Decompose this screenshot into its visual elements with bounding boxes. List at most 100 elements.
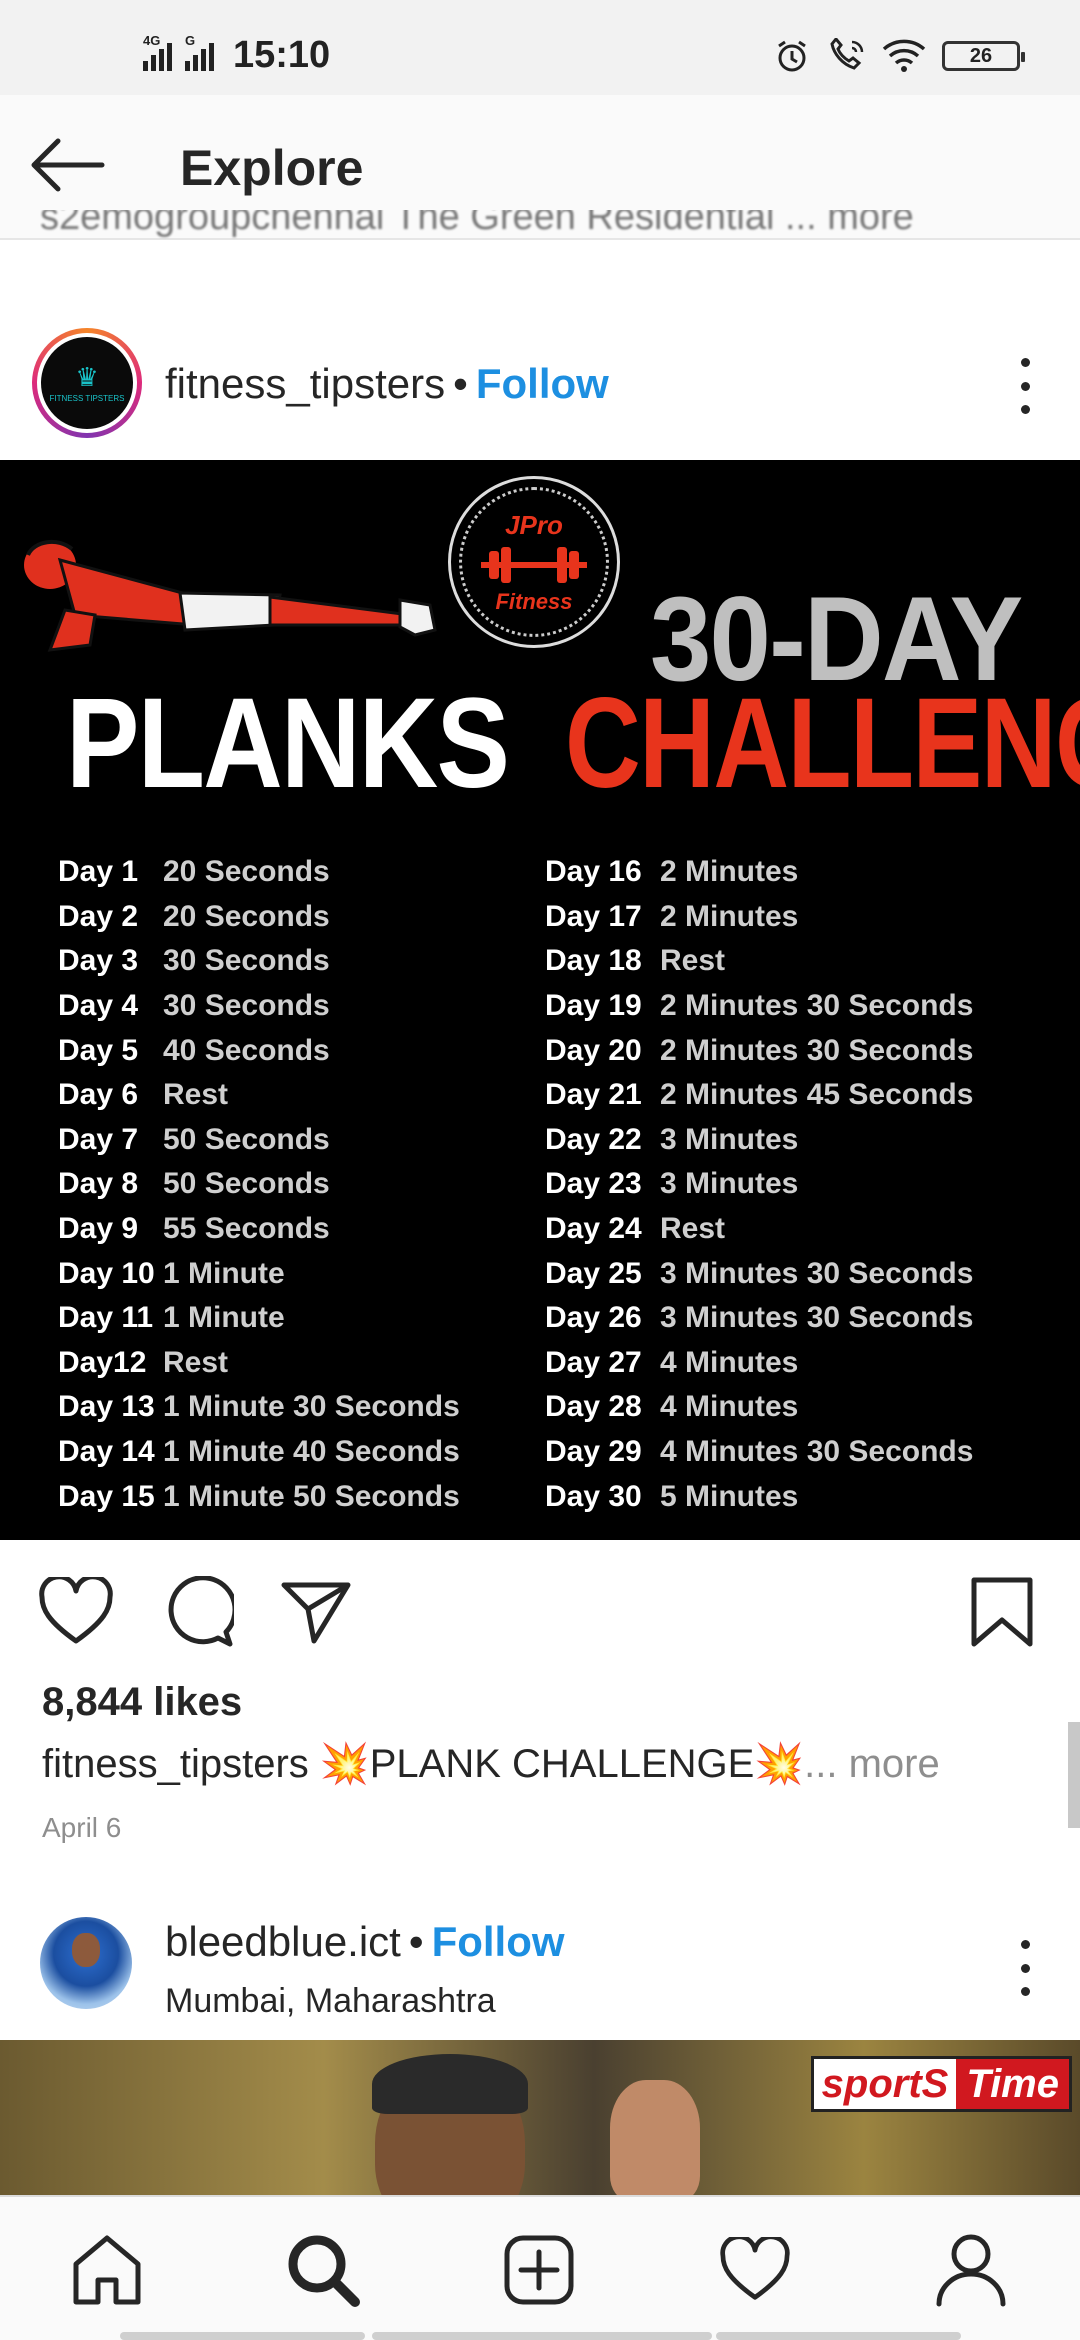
schedule-day: Day 15 [58, 1479, 155, 1513]
schedule-duration: 30 Seconds [163, 989, 330, 1023]
schedule-duration: 5 Minutes [660, 1479, 799, 1513]
schedule-duration: 3 Minutes [660, 1122, 799, 1156]
more-options-button-2[interactable] [1010, 1940, 1040, 1996]
signal-tag-2: G [185, 32, 196, 48]
page-title: Explore [180, 140, 364, 196]
separator-dot: • [453, 360, 468, 407]
schedule-row: Day 27 4 Minutes [545, 1341, 973, 1386]
schedule-duration: 4 Minutes [660, 1345, 799, 1379]
home-icon [73, 2235, 141, 2305]
post-username[interactable]: fitness_tipsters [165, 360, 445, 408]
post-caption: fitness_tipsters 💥PLANK CHALLENGE💥... mo… [42, 1740, 940, 1787]
schedule-row: Day 15 1 Minute 50 Seconds [58, 1474, 460, 1519]
nav-activity[interactable] [710, 2225, 800, 2315]
scrollbar-thumb[interactable] [1068, 1722, 1080, 1828]
follow-button-2[interactable]: Follow [432, 1918, 565, 1966]
more-options-button[interactable] [1010, 358, 1040, 414]
schedule-row: Day 18 Rest [545, 939, 973, 984]
schedule-day: Day 10 [58, 1256, 155, 1290]
like-count[interactable]: 8,844 likes [42, 1680, 242, 1725]
schedule-day: Day 3 [58, 944, 139, 978]
schedule-duration: 50 Seconds [163, 1167, 330, 1201]
schedule-duration: 4 Minutes 30 Seconds [660, 1435, 974, 1469]
schedule-day: Day 1 [58, 855, 139, 889]
username-line-2: bleedblue.ict • Follow [165, 1918, 565, 1966]
schedule-row: Day 10 1 Minute [58, 1251, 460, 1296]
avatar-text: FITNESS TIPSTERS [49, 393, 125, 403]
search-icon [288, 2235, 360, 2307]
gesture-bar-right [716, 2332, 961, 2340]
caption-more-link[interactable]: ... more [804, 1742, 940, 1786]
battery-level: 26 [969, 44, 993, 67]
schedule-row: Day 20 2 Minutes 30 Seconds [545, 1028, 973, 1073]
add-post-icon [504, 2235, 574, 2305]
username-line: fitness_tipsters • Follow [165, 360, 609, 408]
schedule-row: Day 11 1 Minute [58, 1296, 460, 1341]
status-left: 4G G 15:10 [143, 33, 330, 77]
schedule-duration: 50 Seconds [163, 1122, 330, 1156]
follow-button[interactable]: Follow [476, 360, 609, 408]
gesture-bar-center [372, 2332, 712, 2340]
logo-bottom-text: Fitness [495, 588, 573, 614]
heart-icon [39, 1577, 113, 1644]
nav-create[interactable] [494, 2225, 584, 2315]
post-location[interactable]: Mumbai, Maharashtra [165, 1982, 496, 2021]
schedule-day: Day 6 [58, 1078, 139, 1112]
gesture-bar-left [120, 2332, 365, 2340]
schedule-row: Day 3 30 Seconds [58, 939, 460, 984]
schedule-duration: 1 Minute 30 Seconds [163, 1390, 460, 1424]
avatar[interactable]: ♛ FITNESS TIPSTERS [32, 328, 142, 438]
schedule-day: Day 30 [545, 1479, 642, 1513]
schedule-day: Day 16 [545, 855, 642, 889]
save-button[interactable] [962, 1572, 1042, 1652]
comment-icon [168, 1576, 234, 1647]
player-hand [610, 2080, 700, 2195]
nav-search[interactable] [278, 2225, 368, 2315]
schedule-duration: Rest [660, 944, 726, 978]
nav-profile[interactable] [926, 2225, 1016, 2315]
post-header: ♛ FITNESS TIPSTERS fitness_tipsters • Fo… [0, 310, 1080, 460]
post-image-2[interactable]: sportS Time [0, 2040, 1080, 2195]
share-button[interactable] [276, 1572, 356, 1652]
schedule-row: Day 5 40 Seconds [58, 1028, 460, 1073]
status-bar: 4G G 15:10 26 [0, 0, 1080, 95]
profile-icon [936, 2234, 1006, 2307]
schedule-row: Day 17 2 Minutes [545, 895, 973, 940]
schedule-duration: 3 Minutes 30 Seconds [660, 1301, 974, 1335]
sports-time-logo-part1: sportS [813, 2059, 957, 2109]
avatar-logo-icon: ♛ [75, 361, 99, 392]
schedule-duration: 3 Minutes 30 Seconds [660, 1256, 974, 1290]
back-arrow-icon [31, 138, 105, 192]
schedule-day: Day 8 [58, 1167, 139, 1201]
brand-logo: JPro Fitness [448, 476, 620, 648]
schedule-row: Day 21 2 Minutes 45 Seconds [545, 1073, 973, 1118]
nav-home[interactable] [62, 2225, 152, 2315]
schedule-day: Day 18 [545, 944, 642, 978]
post-username-2[interactable]: bleedblue.ict [165, 1918, 401, 1966]
back-button[interactable] [30, 135, 110, 195]
schedule-day: Day 11 [58, 1301, 154, 1335]
schedule-duration: 1 Minute [163, 1301, 285, 1335]
signal-icon-2: G [185, 33, 217, 71]
comment-button[interactable] [158, 1572, 238, 1652]
logo-top-text: JPro [505, 509, 563, 540]
schedule-row: Day 7 50 Seconds [58, 1118, 460, 1163]
status-right: 26 [774, 38, 1025, 74]
like-button[interactable] [36, 1572, 116, 1652]
schedule-duration: 1 Minute 50 Seconds [163, 1479, 460, 1513]
caption-username[interactable]: fitness_tipsters [42, 1742, 309, 1786]
schedule-row: Day 29 4 Minutes 30 Seconds [545, 1430, 973, 1475]
schedule-row: Day 16 2 Minutes [545, 850, 973, 895]
schedule-day: Day 29 [545, 1435, 642, 1469]
schedule-row: Day 13 1 Minute 30 Seconds [58, 1385, 460, 1430]
schedule-row: Day 26 3 Minutes 30 Seconds [545, 1296, 973, 1341]
schedule-duration: 2 Minutes 30 Seconds [660, 1033, 974, 1067]
schedule-row: Day 23 3 Minutes [545, 1162, 973, 1207]
headline-challenge: CHALLENGE [565, 672, 1080, 815]
schedule-duration: Rest [660, 1212, 726, 1246]
headline-planks: PLANKS [66, 672, 510, 815]
schedule-day: Day 26 [545, 1301, 642, 1335]
schedule-row: Day 22 3 Minutes [545, 1118, 973, 1163]
post-image[interactable]: JPro Fitness 30-DAY PLANKS CHALLENGE Day… [0, 460, 1080, 1540]
avatar-2[interactable] [40, 1917, 132, 2009]
